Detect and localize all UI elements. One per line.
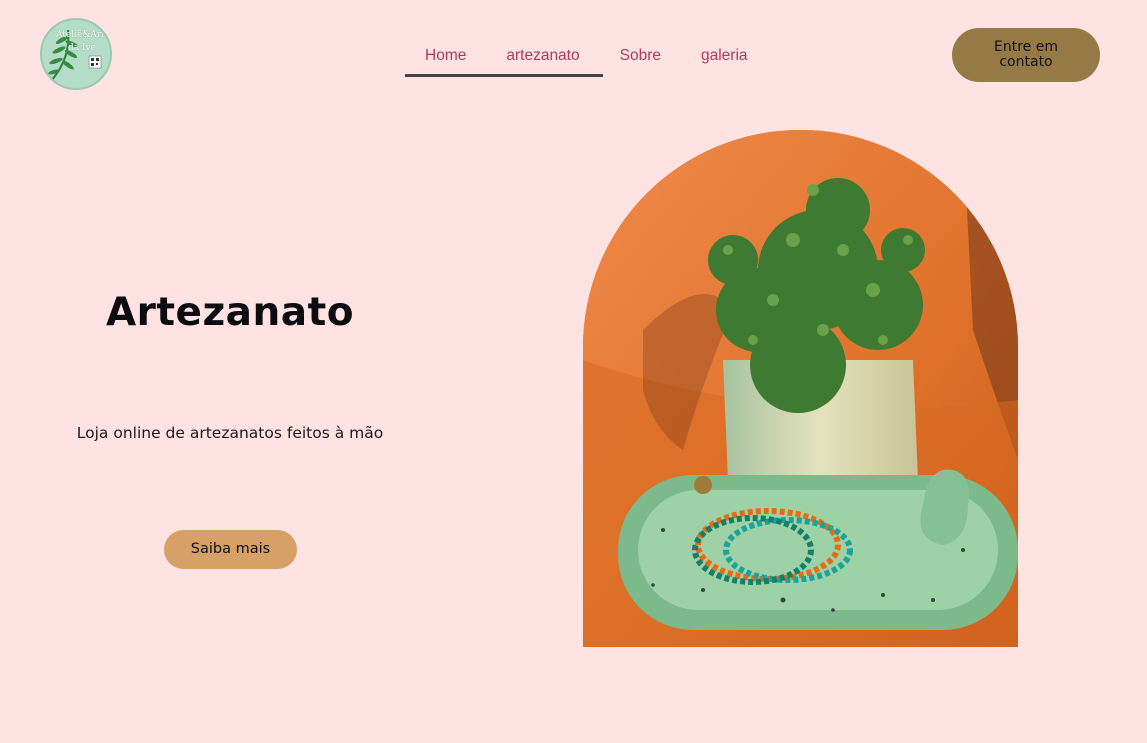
nav-item-artezanato[interactable]: artezanato bbox=[486, 36, 599, 76]
hero-title: Artezanato bbox=[105, 290, 355, 335]
nav-active-underline bbox=[405, 74, 603, 77]
plant-pot-photo-icon bbox=[583, 130, 1018, 647]
hero-image bbox=[583, 130, 1018, 647]
nav-item-home[interactable]: Home bbox=[405, 36, 486, 76]
nav-item-galeria[interactable]: galeria bbox=[681, 36, 768, 76]
main-nav: Home artezanato Sobre galeria bbox=[405, 36, 768, 78]
contact-button[interactable]: Entre em contato bbox=[952, 28, 1100, 82]
site-header: Ateliê&Arte da Ive Home artezanato Sobre… bbox=[0, 0, 1147, 110]
logo-text: Ateliê&Arte da Ive bbox=[56, 30, 111, 53]
logo[interactable]: Ateliê&Arte da Ive bbox=[40, 18, 112, 90]
nav-item-sobre[interactable]: Sobre bbox=[600, 36, 681, 76]
learn-more-button[interactable]: Saiba mais bbox=[164, 530, 297, 569]
hero-subtitle: Loja online de artezanatos feitos à mão bbox=[76, 424, 384, 442]
